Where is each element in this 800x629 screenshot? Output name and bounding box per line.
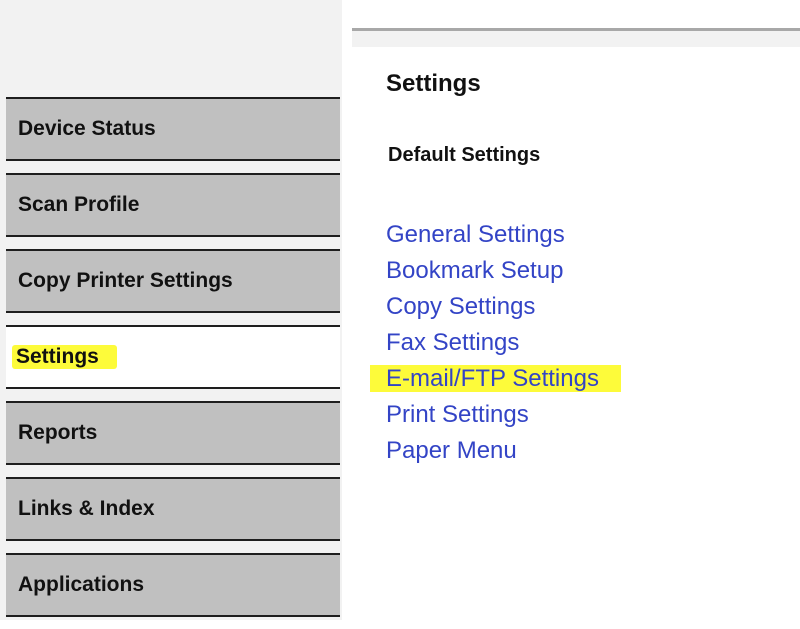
sidebar-item-label: Reports <box>18 421 98 444</box>
list-item: Bookmark Setup <box>386 254 621 290</box>
page-title: Settings <box>386 70 481 97</box>
sidebar-item-reports[interactable]: Reports <box>6 401 340 465</box>
sidebar-item-device-status[interactable]: Device Status <box>6 97 340 161</box>
section-title: Default Settings <box>388 144 541 166</box>
list-item: Paper Menu <box>386 434 621 470</box>
sidebar-item-links-index[interactable]: Links & Index <box>6 477 340 541</box>
main-content: Settings Default Settings General Settin… <box>370 0 800 620</box>
list-item: General Settings <box>386 218 621 254</box>
list-item: E-mail/FTP Settings <box>370 362 621 398</box>
sidebar-item-settings[interactable]: Settings <box>6 325 340 389</box>
sidebar-item-scan-profile[interactable]: Scan Profile <box>6 173 340 237</box>
settings-link-list: General Settings Bookmark Setup Copy Set… <box>370 218 621 470</box>
general-settings-link[interactable]: General Settings <box>386 221 565 248</box>
copy-settings-link[interactable]: Copy Settings <box>386 293 535 320</box>
sidebar-item-label: Copy Printer Settings <box>18 269 233 292</box>
bookmark-setup-link[interactable]: Bookmark Setup <box>386 257 563 284</box>
list-item: Copy Settings <box>386 290 621 326</box>
print-settings-link[interactable]: Print Settings <box>386 401 529 428</box>
sidebar-item-label: Settings <box>12 345 117 369</box>
sidebar-item-applications[interactable]: Applications <box>6 553 340 617</box>
list-item: Fax Settings <box>386 326 621 362</box>
sidebar-item-label: Device Status <box>18 117 156 140</box>
fax-settings-link[interactable]: Fax Settings <box>386 329 519 356</box>
sidebar-item-label: Links & Index <box>18 497 155 520</box>
sidebar-item-label: Scan Profile <box>18 193 140 216</box>
sidebar-item-label: Applications <box>18 573 145 596</box>
paper-menu-link[interactable]: Paper Menu <box>386 437 517 464</box>
sidebar-item-copy-printer-settings[interactable]: Copy Printer Settings <box>6 249 340 313</box>
sidebar-nav: Device Status Scan Profile Copy Printer … <box>6 97 340 629</box>
email-ftp-settings-link[interactable]: E-mail/FTP Settings <box>370 365 621 392</box>
list-item: Print Settings <box>386 398 621 434</box>
